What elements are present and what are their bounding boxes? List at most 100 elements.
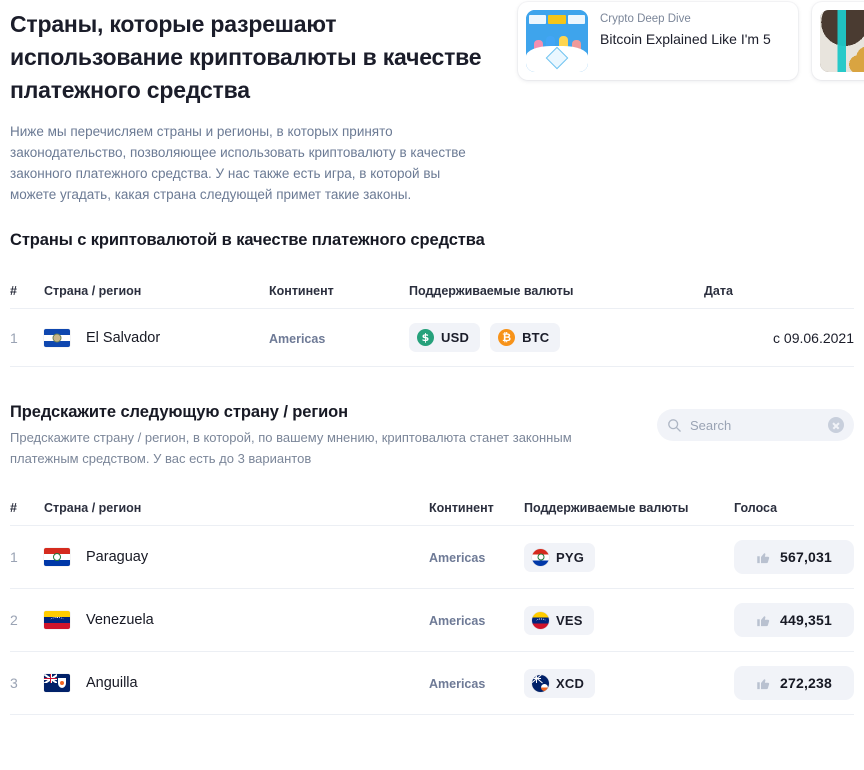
row-continent-cell: Americas — [429, 651, 524, 715]
search-box[interactable] — [657, 409, 854, 441]
bitcoin-explainer-thumbnail — [526, 10, 588, 72]
vote-button[interactable]: 567,031 — [734, 540, 854, 574]
col-header-votes: Голоса — [734, 491, 854, 526]
row-country-cell: Venezuela — [44, 588, 429, 652]
adoption-date: с 09.06.2021 — [773, 329, 854, 346]
page-root: Страны, которые разрешают использование … — [0, 0, 864, 770]
continent-label: Americas — [429, 551, 486, 565]
row-votes-cell: 272,238 — [734, 651, 854, 715]
row-index: 1 — [10, 308, 44, 367]
col-header-continent: Континент — [269, 274, 409, 309]
country-name: El Salvador — [86, 329, 161, 346]
anguilla-flag-icon — [44, 674, 70, 692]
usd-coin-icon: $ — [417, 329, 434, 346]
top-area: Страны, которые разрешают использование … — [0, 0, 864, 205]
row-country-cell: Paraguay — [44, 525, 429, 589]
anguilla-currency-flag-icon — [532, 674, 549, 692]
currency-code: PYG — [556, 549, 585, 565]
row-index: 3 — [10, 651, 44, 715]
country-name: Paraguay — [86, 549, 149, 565]
article-card-next[interactable] — [812, 2, 864, 80]
vote-count: 449,351 — [779, 612, 832, 628]
col-header-country: Страна / регион — [44, 274, 269, 309]
currency-chip-btc[interactable]: ₿ BTC — [490, 323, 561, 352]
row-currencies-cell: VES — [524, 588, 734, 652]
table-header-row: # Страна / регион Континент Поддерживаем… — [10, 274, 854, 309]
paraguay-currency-flag-icon — [532, 548, 549, 566]
col-header-num: # — [10, 491, 44, 526]
thumbs-up-icon — [757, 678, 770, 689]
row-currencies-cell: $ USD ₿ BTC — [409, 308, 704, 367]
predict-section: Предскажите следующую страну / регион Пр… — [0, 403, 864, 715]
vote-count: 272,238 — [779, 675, 832, 691]
row-index: 2 — [10, 588, 44, 652]
col-header-continent: Континент — [429, 491, 524, 526]
article-card-title: Bitcoin Explained Like I'm 5 — [600, 31, 771, 47]
article-card-text: Crypto Deep Dive Bitcoin Explained Like … — [600, 10, 771, 72]
continent-label: Americas — [429, 614, 486, 628]
legal-tender-section: Страны с криптовалютой в качестве платеж… — [0, 231, 864, 367]
row-continent-cell: Americas — [429, 588, 524, 652]
col-header-country: Страна / регион — [44, 491, 429, 526]
article-card-kicker: Crypto Deep Dive — [600, 13, 691, 25]
col-header-currencies: Поддерживаемые валюты — [409, 274, 704, 309]
predict-description: Предскажите страну / регион, в которой, … — [10, 430, 572, 466]
country-name: Anguilla — [86, 675, 138, 691]
legal-tender-title: Страны с криптовалютой в качестве платеж… — [10, 231, 485, 249]
row-continent-cell: Americas — [269, 308, 409, 367]
search-icon — [668, 418, 681, 432]
row-currencies-cell: PYG — [524, 525, 734, 589]
predict-table: # Страна / регион Континент Поддерживаем… — [10, 491, 854, 715]
venezuela-flag-icon — [44, 611, 70, 629]
continent-label: Americas — [429, 677, 486, 691]
continent-label: Americas — [269, 331, 326, 346]
row-country-cell: El Salvador — [44, 308, 269, 367]
col-header-date: Дата — [704, 274, 854, 309]
country-name: Venezuela — [86, 612, 154, 628]
article-cards-carousel[interactable]: Crypto Deep Dive Bitcoin Explained Like … — [510, 0, 864, 90]
thumbs-up-icon — [757, 552, 770, 563]
vote-button[interactable]: 272,238 — [734, 666, 854, 700]
page-title: Страны, которые разрешают использование … — [10, 11, 482, 103]
thumbs-up-icon — [757, 615, 770, 626]
currency-code: USD — [441, 330, 470, 345]
currency-chip[interactable]: PYG — [524, 542, 596, 572]
venezuela-currency-flag-icon — [532, 611, 549, 629]
row-country-cell: Anguilla — [44, 651, 429, 715]
col-header-num: # — [10, 274, 44, 309]
row-currencies-cell: XCD — [524, 651, 734, 715]
currency-code: VES — [556, 612, 583, 628]
table-row[interactable]: 3 Anguilla Americas XCD 272,238 — [10, 651, 854, 715]
predict-title: Предскажите следующую страну / регион — [10, 403, 349, 421]
currency-code: XCD — [556, 675, 585, 691]
row-continent-cell: Americas — [429, 525, 524, 589]
col-header-currencies: Поддерживаемые валюты — [524, 491, 734, 526]
currency-chip-usd[interactable]: $ USD — [409, 323, 481, 352]
crypto-article-thumbnail — [820, 10, 864, 72]
currency-chip[interactable]: XCD — [524, 668, 596, 698]
vote-button[interactable]: 449,351 — [734, 603, 854, 637]
legal-tender-table: # Страна / регион Континент Поддерживаем… — [10, 274, 854, 367]
row-index: 1 — [10, 525, 44, 589]
row-votes-cell: 567,031 — [734, 525, 854, 589]
intro-block: Страны, которые разрешают использование … — [0, 0, 510, 205]
table-row[interactable]: 2 Venezuela Americas VES 449,351 — [10, 588, 854, 652]
row-votes-cell: 449,351 — [734, 588, 854, 652]
btc-coin-icon: ₿ — [498, 329, 516, 346]
search-input[interactable] — [690, 417, 820, 433]
currency-chip[interactable]: VES — [524, 605, 594, 635]
predict-heading-block: Предскажите следующую страну / регион Пр… — [10, 403, 625, 469]
currency-code: BTC — [522, 330, 550, 345]
table-row[interactable]: 1 El Salvador Americas $ USD ₿ BTC с 09.… — [10, 308, 854, 367]
table-header-row: # Страна / регион Континент Поддерживаем… — [10, 491, 854, 526]
row-date-cell: с 09.06.2021 — [704, 308, 854, 367]
el-salvador-flag-icon — [44, 328, 70, 347]
page-description: Ниже мы перечисляем страны и регионы, в … — [10, 124, 466, 202]
article-card[interactable]: Crypto Deep Dive Bitcoin Explained Like … — [518, 2, 798, 80]
vote-count: 567,031 — [779, 549, 832, 565]
table-row[interactable]: 1 Paraguay Americas PYG 567,031 — [10, 525, 854, 589]
paraguay-flag-icon — [44, 548, 70, 566]
clear-icon[interactable] — [828, 417, 844, 433]
